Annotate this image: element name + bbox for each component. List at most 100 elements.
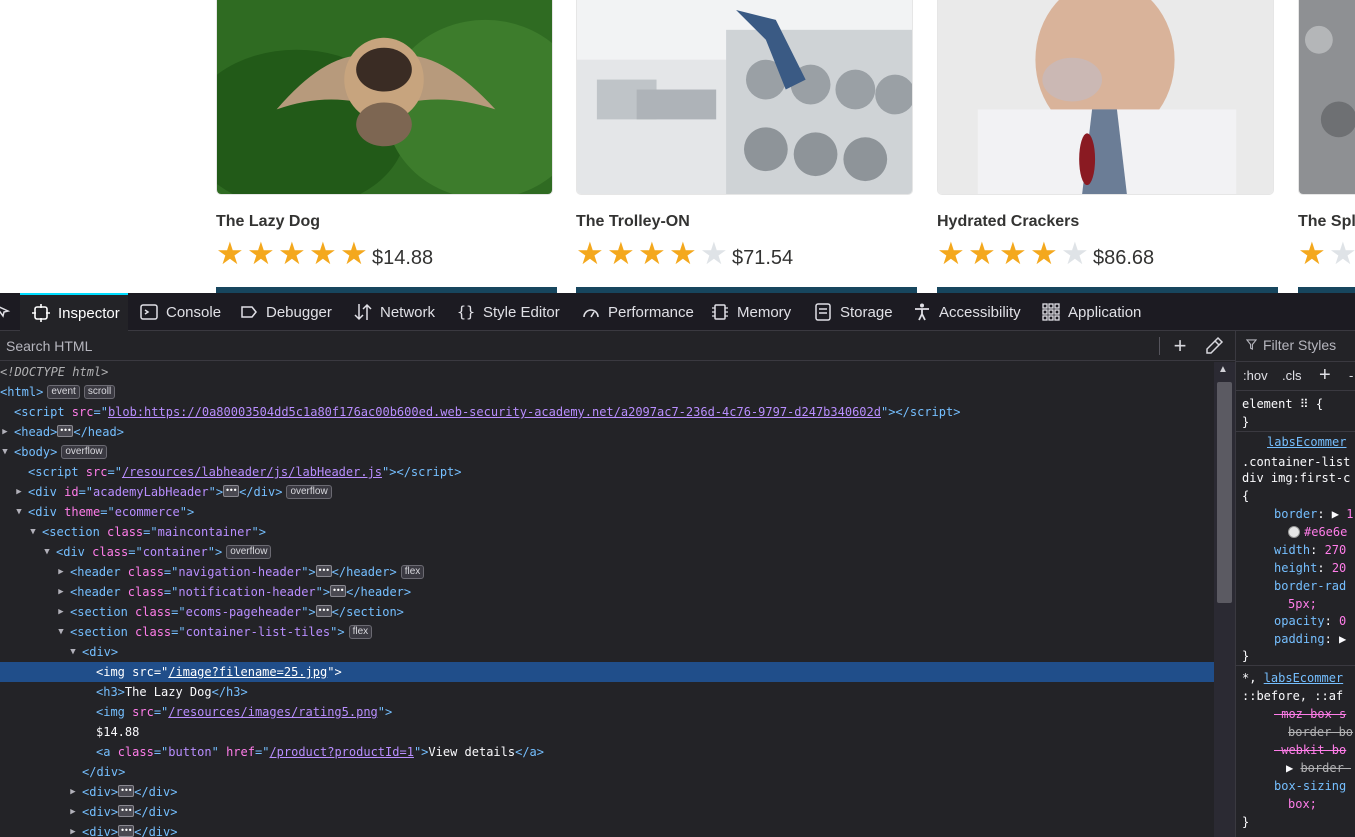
expand-toggle[interactable] [68,782,78,802]
search-html-input[interactable] [0,335,1100,357]
collapsed-children[interactable] [315,561,332,581]
tab-performance[interactable]: Performance [580,293,694,331]
tab-storage[interactable]: Storage [812,293,893,331]
collapsed-children[interactable] [315,601,332,621]
scrollbar-thumb[interactable] [1217,382,1232,603]
tab-style-editor[interactable]: {} Style Editor [455,293,560,331]
tree-node-header-nav[interactable]: <header class="navigation-header"></head… [0,561,1214,582]
tree-node-div[interactable]: <div></div> [0,801,1214,822]
tree-node-h3[interactable]: <h3>The Lazy Dog</h3> [0,682,1214,702]
tree-node-header-notif[interactable]: <header class="notification-header"></he… [0,581,1214,602]
tab-application[interactable]: Application [1040,293,1141,331]
collapsed-children[interactable] [118,821,135,837]
tree-node-body[interactable]: <body>overflow [0,442,1214,462]
expand-toggle[interactable] [68,802,78,822]
tree-node-html[interactable]: <html> event scroll [0,382,1214,402]
hov-toggle[interactable]: :hov [1243,368,1268,383]
rule-element: element ⠿ { [1242,397,1324,411]
markup-scrollbar[interactable]: ▲ [1214,362,1235,837]
tree-node-doctype[interactable]: <!DOCTYPE html> [0,362,1214,382]
collapsed-children[interactable] [57,421,74,441]
flex-badge[interactable]: flex [400,565,425,579]
tab-debugger[interactable]: Debugger [238,293,332,331]
collapse-toggle[interactable] [68,642,78,662]
expand-toggle[interactable] [56,562,66,582]
tree-node-div[interactable]: <div></div> [0,781,1214,802]
expand-toggle[interactable] [68,822,78,837]
style-editor-icon: {} [455,302,477,322]
collapse-toggle[interactable] [28,522,38,542]
tree-node-div-container[interactable]: <div class="container">overflow [0,542,1214,562]
rule-declaration[interactable]: opacity: 0 [1274,612,1346,630]
collapsed-children[interactable] [118,801,135,821]
product-image[interactable] [216,0,553,195]
memory-icon [709,302,731,322]
add-node-icon[interactable]: + [1168,334,1192,358]
product-image[interactable] [576,0,913,195]
tree-node-img[interactable]: <img src="/resources/images/rating5.png"… [0,702,1214,722]
overflow-badge[interactable]: overflow [226,545,272,559]
tree-node-section-main[interactable]: <section class="maincontainer"> [0,522,1214,542]
collapse-toggle[interactable] [14,502,24,522]
tree-node-div-close[interactable]: </div> [0,762,1214,782]
tree-node-section-tiles[interactable]: <section class="container-list-tiles">fl… [0,622,1214,642]
collapse-toggle[interactable] [42,542,52,562]
star-icon: ★ [278,236,306,271]
script-src-link[interactable]: blob:https://0a80003504dd5c1a80f176ac00b… [108,405,881,419]
tree-node-script[interactable]: <script src="blob:https://0a80003504dd5c… [0,402,1214,422]
scroll-up-icon[interactable]: ▲ [1218,364,1228,375]
rule-declaration[interactable]: height: 20 [1274,559,1346,577]
tab-network[interactable]: Network [352,293,435,331]
expand-toggle[interactable] [56,602,66,622]
tree-node-script[interactable]: <script src="/resources/labheader/js/lab… [0,462,1214,482]
product-image[interactable] [937,0,1274,195]
flex-badge[interactable]: flex [348,625,373,639]
star-icon: ★ [607,236,635,271]
tree-node-a[interactable]: <a class="button" href="/product?product… [0,742,1214,762]
collapse-toggle[interactable] [56,622,66,642]
tree-node-img-selected[interactable]: <img src="/image?filename=25.jpg"> [0,662,1214,682]
tree-node-text[interactable]: $14.88 [0,722,1214,742]
cls-toggle[interactable]: .cls [1282,368,1302,383]
tab-console[interactable]: Console [138,293,221,331]
collapsed-children[interactable] [223,481,240,501]
rule-declaration[interactable]: border: ▶ 1 [1274,505,1354,523]
tree-node-section-pageheader[interactable]: <section class="ecoms-pageheader"></sect… [0,601,1214,622]
expand-toggle[interactable] [0,422,10,442]
accessibility-icon [911,302,933,322]
add-rule-icon[interactable]: + [1319,364,1331,387]
tab-accessibility[interactable]: Accessibility [911,293,1021,331]
rule-source-link[interactable]: labsEcommer [1264,671,1343,685]
element-picker-button[interactable] [0,293,11,331]
rule-declaration-overridden[interactable]: -moz-box-s [1274,705,1346,723]
more-icon[interactable]: - [1349,368,1353,383]
collapse-toggle[interactable] [0,442,10,462]
overflow-badge[interactable]: overflow [61,445,107,459]
color-swatch[interactable]: #e6e6e [1288,523,1347,541]
scroll-badge[interactable]: scroll [83,385,116,399]
expand-toggle[interactable] [56,582,66,602]
color-swatch-icon[interactable] [1288,526,1300,538]
collapsed-children[interactable] [118,781,135,801]
product-image[interactable] [1298,0,1355,195]
tree-node-div-academy[interactable]: <div id="academyLabHeader"></div>overflo… [0,481,1214,502]
tree-node-div-theme[interactable]: <div theme="ecommerce"> [0,502,1214,522]
overflow-badge[interactable]: overflow [286,485,332,499]
filter-styles-input[interactable]: Filter Styles [1245,337,1336,353]
rule-declaration[interactable]: border-rad [1274,577,1346,595]
tree-node-head[interactable]: <head></head> [0,421,1214,442]
tree-node-div[interactable]: <div></div> [0,821,1214,837]
eyedropper-icon[interactable] [1204,336,1224,356]
tree-node-div[interactable]: <div> [0,642,1214,662]
collapsed-children[interactable] [330,581,347,601]
rule-declaration[interactable]: box-sizing [1274,777,1346,795]
rule-declaration[interactable]: padding: ▶ [1274,630,1346,648]
tab-inspector[interactable]: Inspector [20,293,128,331]
star-icon: ★ [1030,236,1058,271]
rule-source-link[interactable]: labsEcommer [1267,433,1346,451]
rule-declaration-overridden[interactable]: -webkit-bo [1274,741,1346,759]
expand-toggle[interactable] [14,482,24,502]
event-badge[interactable]: event [47,385,80,399]
rule-declaration[interactable]: width: 270 [1274,541,1346,559]
tab-memory[interactable]: Memory [709,293,791,331]
